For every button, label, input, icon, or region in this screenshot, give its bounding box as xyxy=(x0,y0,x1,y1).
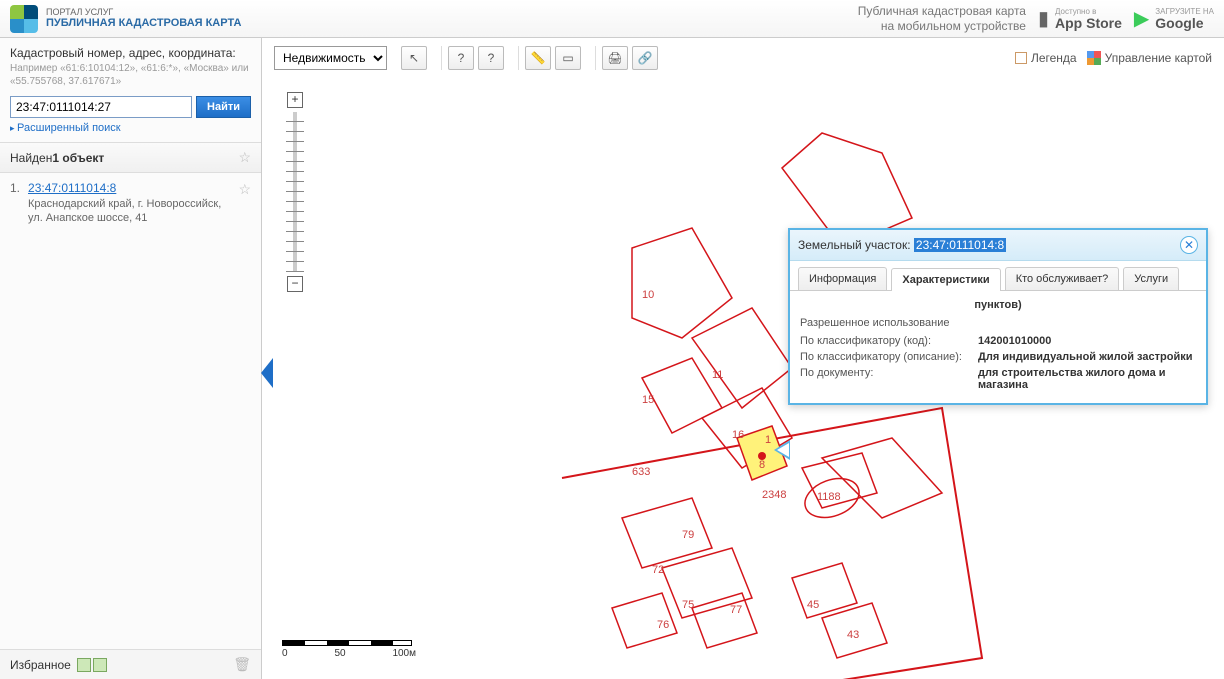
result-cadastral-number[interactable]: 23:47:0111014:8 xyxy=(28,181,116,195)
search-input[interactable] xyxy=(10,96,192,118)
svg-text:10: 10 xyxy=(642,289,654,301)
popup-title: Земельный участок: 23:47:0111014:8 xyxy=(798,238,1006,252)
portal-title: ПУБЛИЧНАЯ КАДАСТРОВАЯ КАРТА xyxy=(46,17,241,30)
svg-text:76: 76 xyxy=(657,619,669,631)
favorites-bar: Избранное 🗑 xyxy=(0,649,261,679)
export-xls-icon[interactable] xyxy=(77,658,91,672)
play-icon: ▶ xyxy=(1134,6,1149,31)
appstore-button[interactable]: ▮ Доступно в App Store xyxy=(1038,6,1122,31)
svg-text:633: 633 xyxy=(632,466,650,478)
svg-text:43: 43 xyxy=(847,629,859,641)
search-hint: Например «61:6:10104:12», «61:6:*», «Мос… xyxy=(10,62,251,88)
property-row: По документу: для строительства жилого д… xyxy=(800,367,1196,391)
svg-text:11: 11 xyxy=(712,369,723,381)
tab-info[interactable]: Информация xyxy=(798,267,887,290)
portal-small: ПОРТАЛ УСЛУГ xyxy=(46,7,241,18)
popup-cadastral-number: 23:47:0111014:8 xyxy=(914,238,1006,252)
results-header: Найден 1 объект ☆ xyxy=(0,143,261,173)
star-icon[interactable]: ☆ xyxy=(238,149,251,166)
svg-text:77: 77 xyxy=(730,604,742,616)
trash-icon[interactable]: 🗑 xyxy=(233,656,251,673)
svg-text:79: 79 xyxy=(682,529,694,541)
popup-tail xyxy=(774,440,790,460)
result-address: Краснодарский край, г. Новороссийск, ул.… xyxy=(28,197,230,226)
svg-text:15: 15 xyxy=(642,394,654,406)
googleplay-button[interactable]: ▶ ЗАГРУЗИТЕ НА Google xyxy=(1134,6,1214,31)
mobile-promo: Публичная кадастровая карта на мобильном… xyxy=(858,4,1026,33)
svg-text:72: 72 xyxy=(652,564,664,576)
property-row: По классификатору (описание): Для индиви… xyxy=(800,351,1196,363)
advanced-search-link[interactable]: Расширенный поиск xyxy=(10,122,121,134)
map-viewport[interactable]: Недвижимость ↖ ? ? 📏 ▭ 🖨 🔗 Легенда xyxy=(262,38,1224,679)
popup-body[interactable]: пунктов) Разрешенное использование По кл… xyxy=(790,291,1206,403)
star-icon[interactable]: ☆ xyxy=(238,181,251,226)
search-button[interactable]: Найти xyxy=(196,96,251,118)
svg-text:75: 75 xyxy=(682,599,694,611)
svg-text:2348: 2348 xyxy=(762,489,786,501)
property-row: По классификатору (код): 142001010000 xyxy=(800,335,1196,347)
phone-icon: ▮ xyxy=(1038,6,1049,31)
logo-block: ПОРТАЛ УСЛУГ ПУБЛИЧНАЯ КАДАСТРОВАЯ КАРТА xyxy=(10,5,241,33)
svg-text:1188: 1188 xyxy=(817,491,841,503)
result-item[interactable]: 1. 23:47:0111014:8 Краснодарский край, г… xyxy=(0,173,261,234)
section-title: Разрешенное использование xyxy=(800,317,1196,329)
svg-text:1: 1 xyxy=(765,434,771,446)
tab-characteristics[interactable]: Характеристики xyxy=(891,268,1000,291)
export-csv-icon[interactable] xyxy=(93,658,107,672)
svg-text:8: 8 xyxy=(759,459,765,471)
parcel-info-popup: Земельный участок: 23:47:0111014:8 ✕ Инф… xyxy=(788,228,1208,405)
sidebar: Кадастровый номер, адрес, координата: На… xyxy=(0,38,262,679)
logo-icon xyxy=(10,5,38,33)
close-icon[interactable]: ✕ xyxy=(1180,236,1198,254)
popup-tabs: Информация Характеристики Кто обслуживае… xyxy=(790,261,1206,291)
svg-text:16: 16 xyxy=(732,429,744,441)
tab-uslugi[interactable]: Услуги xyxy=(1123,267,1179,290)
tab-services[interactable]: Кто обслуживает? xyxy=(1005,267,1120,290)
favorites-label: Избранное xyxy=(10,658,71,672)
svg-text:45: 45 xyxy=(807,599,819,611)
search-label: Кадастровый номер, адрес, координата: xyxy=(10,46,251,60)
app-header: ПОРТАЛ УСЛУГ ПУБЛИЧНАЯ КАДАСТРОВАЯ КАРТА… xyxy=(0,0,1224,38)
